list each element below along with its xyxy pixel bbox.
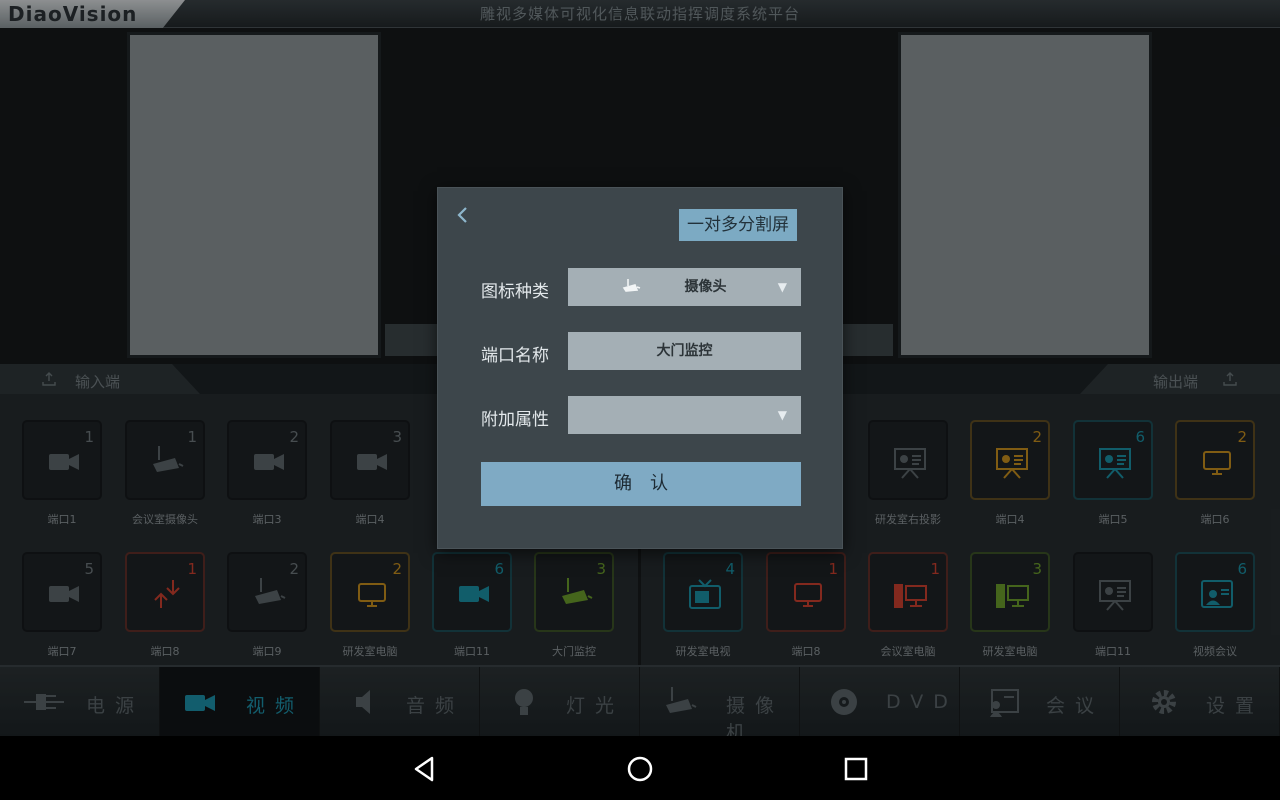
icon-type-label: 图标种类	[481, 282, 549, 302]
cctv-camera-icon	[622, 279, 641, 292]
port-name-label: 端口名称	[481, 346, 549, 366]
extra-attr-label: 附加属性	[481, 410, 549, 430]
home-circle-icon[interactable]	[625, 754, 655, 784]
dropdown-arrow-icon: ▼	[777, 408, 787, 422]
dropdown-arrow-icon: ▼	[777, 280, 787, 294]
split-mode-badge[interactable]: 一对多分割屏	[679, 209, 797, 241]
recents-square-icon[interactable]	[841, 754, 871, 784]
icon-type-select[interactable]: 摄像头 ▼	[568, 268, 801, 306]
back-triangle-icon[interactable]	[410, 754, 440, 784]
port-settings-dialog: 一对多分割屏 图标种类 摄像头 ▼ 端口名称 大门监控 附加属性 ▼ 确认	[437, 187, 843, 549]
icon-type-value: 摄像头	[684, 279, 727, 295]
chevron-left-icon[interactable]	[452, 202, 472, 228]
confirm-button[interactable]: 确认	[481, 462, 801, 506]
system-nav-bar	[0, 736, 1280, 800]
port-name-input[interactable]: 大门监控	[568, 332, 801, 370]
extra-attr-select[interactable]: ▼	[568, 396, 801, 434]
